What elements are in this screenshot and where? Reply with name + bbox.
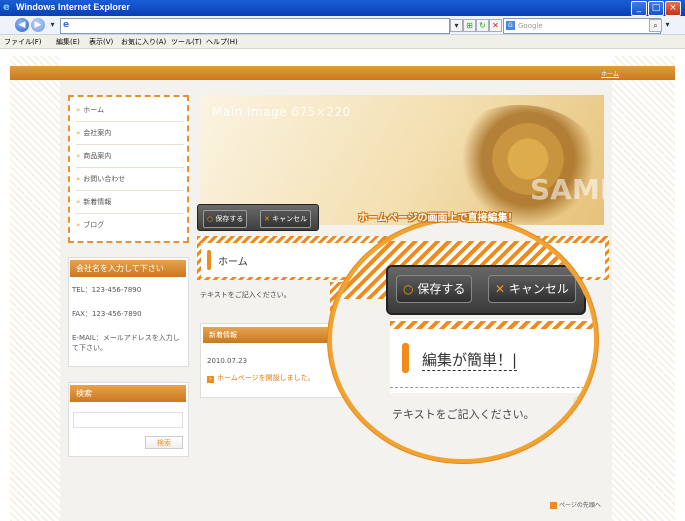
menu-favorites[interactable]: お気に入り(A) xyxy=(121,37,166,47)
news-date: 2010.07.23 xyxy=(207,357,248,365)
left-stripe-decoration xyxy=(10,56,60,521)
zoom-edit-toolbar: ○ 保存する ✕ キャンセル xyxy=(386,265,586,315)
news-item-label: ホームページを開設しました。 xyxy=(217,374,315,382)
google-icon: G xyxy=(506,21,515,30)
main-image-label: Main Image 675×220 xyxy=(212,105,351,119)
arrow-icon: » xyxy=(76,106,81,114)
page-icon: e xyxy=(63,20,70,30)
zoom-stripe xyxy=(390,321,594,329)
window-title: Windows Internet Explorer xyxy=(16,2,130,12)
arrow-icon: » xyxy=(76,221,81,229)
sample-watermark: SAMPLE xyxy=(530,173,604,206)
site-search-button[interactable]: 検索 xyxy=(145,436,183,449)
edit-toolbar: ○ 保存する ✕ キャンセル xyxy=(197,204,319,231)
save-button[interactable]: ○ 保存する xyxy=(203,210,248,228)
save-label: 保存する xyxy=(215,215,244,223)
search-icon[interactable]: ⌕ xyxy=(649,19,662,32)
maximize-button[interactable]: □ xyxy=(648,1,664,16)
menu-file[interactable]: ファイル(F) xyxy=(4,37,42,47)
nav-item-home[interactable]: » ホーム xyxy=(76,99,184,122)
search-options-icon[interactable]: ▾ xyxy=(662,19,673,30)
site-search-button-label: 検索 xyxy=(157,439,171,447)
menu-tools[interactable]: ツール(T) xyxy=(171,37,202,47)
nav-item-blog[interactable]: » ブログ xyxy=(76,214,184,236)
history-dropdown-icon[interactable]: ▾ xyxy=(47,19,58,30)
ie-logo-icon: e xyxy=(3,2,10,13)
close-button[interactable]: × xyxy=(665,1,681,16)
company-fax: FAX：123-456-7890 xyxy=(72,310,142,318)
minimize-button[interactable]: _ xyxy=(631,1,647,16)
site-header-band: ホーム xyxy=(10,66,675,80)
arrow-icon: » xyxy=(207,376,214,383)
nav-label: ホーム xyxy=(83,106,105,114)
menu-help[interactable]: ヘルプ(H) xyxy=(206,37,238,47)
refresh-icon[interactable]: ↻ xyxy=(476,19,489,32)
nav-item-company[interactable]: » 会社案内 xyxy=(76,122,184,145)
body-text[interactable]: テキストをご記入ください。 xyxy=(200,290,291,300)
window-titlebar: e Windows Internet Explorer _ □ × xyxy=(0,0,685,16)
save-circle-icon: ○ xyxy=(207,215,214,223)
arrow-icon: » xyxy=(76,175,81,183)
nav-item-news[interactable]: » 新着情報 xyxy=(76,191,184,214)
save-circle-icon: ○ xyxy=(403,282,414,296)
zoom-body-text: テキストをご記入ください。 xyxy=(392,408,535,421)
page-top-link[interactable]: ページの先頭へ xyxy=(550,500,601,509)
zoom-save-button[interactable]: ○ 保存する xyxy=(396,275,473,303)
header-home-link[interactable]: ホーム xyxy=(601,69,619,78)
cancel-x-icon: ✕ xyxy=(495,282,506,296)
callout-title: ホームページの画面上で直接編集！ xyxy=(358,213,518,224)
nav-label: ブログ xyxy=(83,221,105,229)
nav-label: 会社案内 xyxy=(83,129,112,137)
page-heading[interactable]: ホーム xyxy=(218,253,248,268)
heading-accent-bar xyxy=(207,250,211,270)
zoom-cancel-button[interactable]: ✕ キャンセル xyxy=(488,275,576,303)
search-input[interactable]: G Google xyxy=(503,18,661,34)
nav-label: 商品案内 xyxy=(83,152,112,160)
zoom-save-label: 保存する xyxy=(417,282,466,296)
nav-label: お問い合わせ xyxy=(83,175,126,183)
address-input[interactable]: e xyxy=(60,18,450,34)
zoom-divider xyxy=(390,387,594,388)
site-search-input[interactable] xyxy=(73,412,183,428)
stop-icon[interactable]: ✕ xyxy=(489,19,502,32)
news-item-link[interactable]: » ホームページを開設しました。 xyxy=(207,373,315,383)
nav-item-products[interactable]: » 商品案内 xyxy=(76,145,184,168)
arrow-icon: » xyxy=(76,198,81,206)
global-nav: » ホーム » 会社案内 » 商品案内 » お問い合わせ » 新着情報 » ブログ xyxy=(68,95,189,243)
compat-view-icon[interactable]: ⊞ xyxy=(463,19,476,32)
zoom-callout-circle: ○ 保存する ✕ キャンセル 編集が簡単！| テキストをご記入ください。 ページ… xyxy=(328,217,598,463)
right-stripe-decoration xyxy=(612,56,675,521)
zoom-heading-input[interactable]: 編集が簡単！| xyxy=(422,349,518,371)
back-icon[interactable]: ◀ xyxy=(15,18,29,32)
menu-edit[interactable]: 編集(E) xyxy=(56,37,80,47)
page-top-label: ページの先頭へ xyxy=(559,502,601,509)
site-search-heading: 検索 xyxy=(70,385,186,402)
arrow-icon: » xyxy=(76,152,81,160)
cancel-label: キャンセル xyxy=(272,215,308,223)
address-toolbar: ◀ ▶ ▾ e ▾ ⊞ ↻ ✕ G Google ⌕ ▾ xyxy=(0,16,685,35)
cancel-button[interactable]: ✕ キャンセル xyxy=(260,210,312,228)
heading-accent-bar xyxy=(402,343,409,373)
nav-label: 新着情報 xyxy=(83,198,112,206)
cancel-x-icon: ✕ xyxy=(264,215,270,223)
nav-item-contact[interactable]: » お問い合わせ xyxy=(76,168,184,191)
company-name-heading: 会社名を入力して下さい xyxy=(70,260,186,277)
company-email: E-MAIL：メールアドレスを入力して下さい。 xyxy=(72,334,180,352)
menu-view[interactable]: 表示(V) xyxy=(89,37,113,47)
zoom-cancel-label: キャンセル xyxy=(508,282,569,296)
address-dropdown-icon[interactable]: ▾ xyxy=(450,19,463,32)
menu-bar: ファイル(F) 編集(E) 表示(V) お気に入り(A) ツール(T) ヘルプ(… xyxy=(0,35,685,49)
arrow-icon: » xyxy=(76,129,81,137)
flower-bouquet-image xyxy=(440,105,600,225)
arrow-icon xyxy=(550,502,557,509)
search-placeholder: Google xyxy=(518,22,543,30)
company-tel: TEL：123-456-7890 xyxy=(72,286,142,294)
forward-icon[interactable]: ▶ xyxy=(31,18,45,32)
